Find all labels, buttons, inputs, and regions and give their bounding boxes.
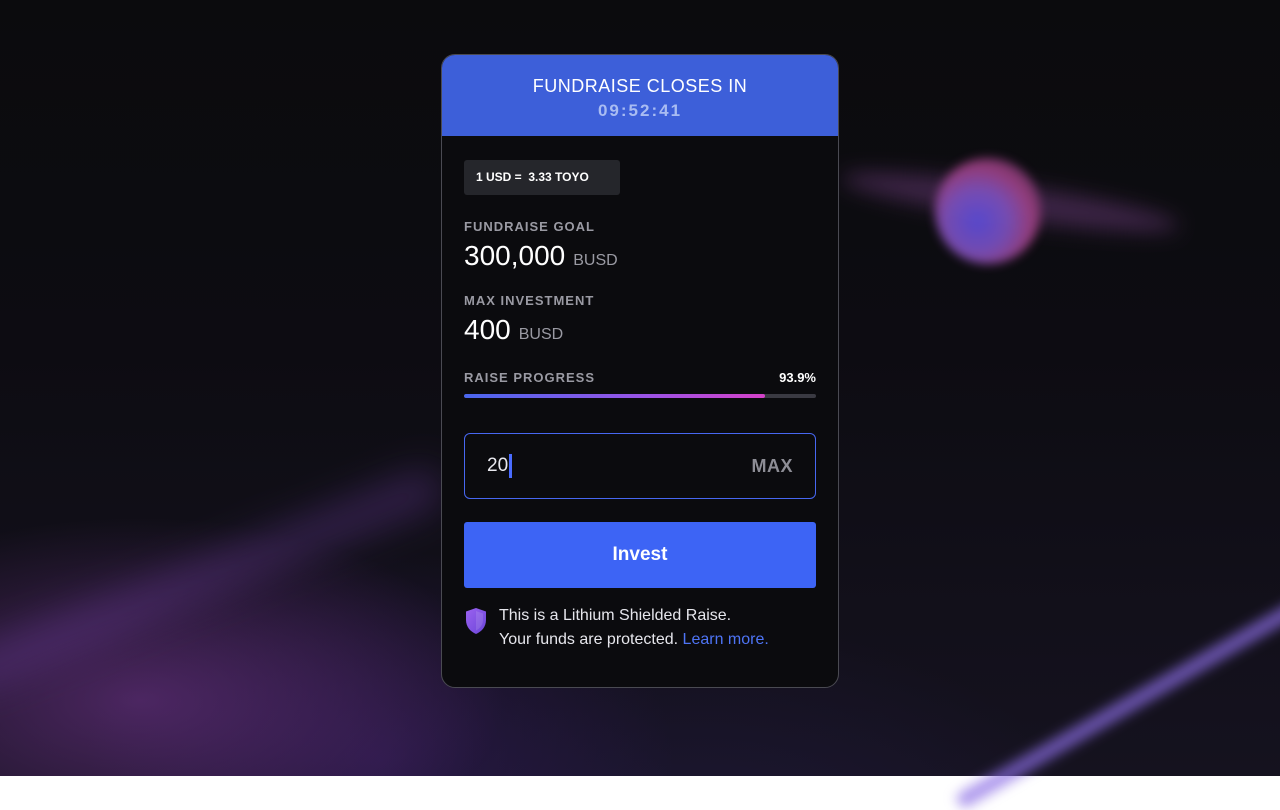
fundraise-goal-section: FUNDRAISE GOAL 300,000 BUSD	[464, 219, 816, 272]
fundraise-card: FUNDRAISE CLOSES IN 09:52:41 1 USD = 3.3…	[441, 54, 839, 688]
max-investment-unit: BUSD	[518, 326, 564, 343]
exchange-rate-badge: 1 USD = 3.33 TOYO	[464, 160, 620, 195]
shield-notice-text: This is a Lithium Shielded Raise. Your f…	[499, 604, 769, 652]
planet-decoration	[935, 158, 1041, 264]
max-investment-value-row: 400 BUSD	[464, 314, 816, 346]
max-button[interactable]: MAX	[752, 456, 794, 477]
card-header: FUNDRAISE CLOSES IN 09:52:41	[442, 55, 838, 136]
learn-more-link[interactable]: Learn more.	[683, 631, 769, 648]
fundraise-goal-label: FUNDRAISE GOAL	[464, 219, 595, 234]
fundraise-goal-value: 300,000	[464, 240, 566, 271]
raise-progress-label: RAISE PROGRESS	[464, 370, 596, 385]
invest-button[interactable]: Invest	[464, 522, 816, 588]
shield-notice-line1: This is a Lithium Shielded Raise.	[499, 607, 732, 624]
max-investment-section: MAX INVESTMENT 400 BUSD	[464, 293, 816, 346]
fundraise-goal-value-row: 300,000 BUSD	[464, 240, 816, 272]
shield-icon	[466, 608, 486, 634]
fundraise-goal-unit: BUSD	[573, 252, 618, 269]
max-investment-label: MAX INVESTMENT	[464, 293, 595, 308]
shield-notice-line2-row: Your funds are protected. Learn more.	[499, 628, 769, 652]
fundraise-closes-title: FUNDRAISE CLOSES IN	[532, 76, 748, 96]
raise-progress-bar	[464, 394, 816, 398]
shield-notice: This is a Lithium Shielded Raise. Your f…	[464, 604, 816, 652]
raise-progress-percent: 93.9%	[779, 370, 816, 385]
amount-input[interactable]: 20 MAX	[464, 433, 816, 499]
max-investment-value: 400	[464, 314, 511, 345]
countdown-timer: 09:52:41	[597, 101, 683, 120]
text-caret	[509, 454, 513, 478]
shield-notice-line2: Your funds are protected.	[499, 631, 679, 648]
raise-progress-fill	[464, 394, 766, 398]
card-body: 1 USD = 3.33 TOYO FUNDRAISE GOAL 300,000…	[442, 136, 838, 652]
amount-input-value[interactable]: 20	[487, 455, 508, 477]
raise-progress-header: RAISE PROGRESS 93.9%	[464, 370, 816, 385]
